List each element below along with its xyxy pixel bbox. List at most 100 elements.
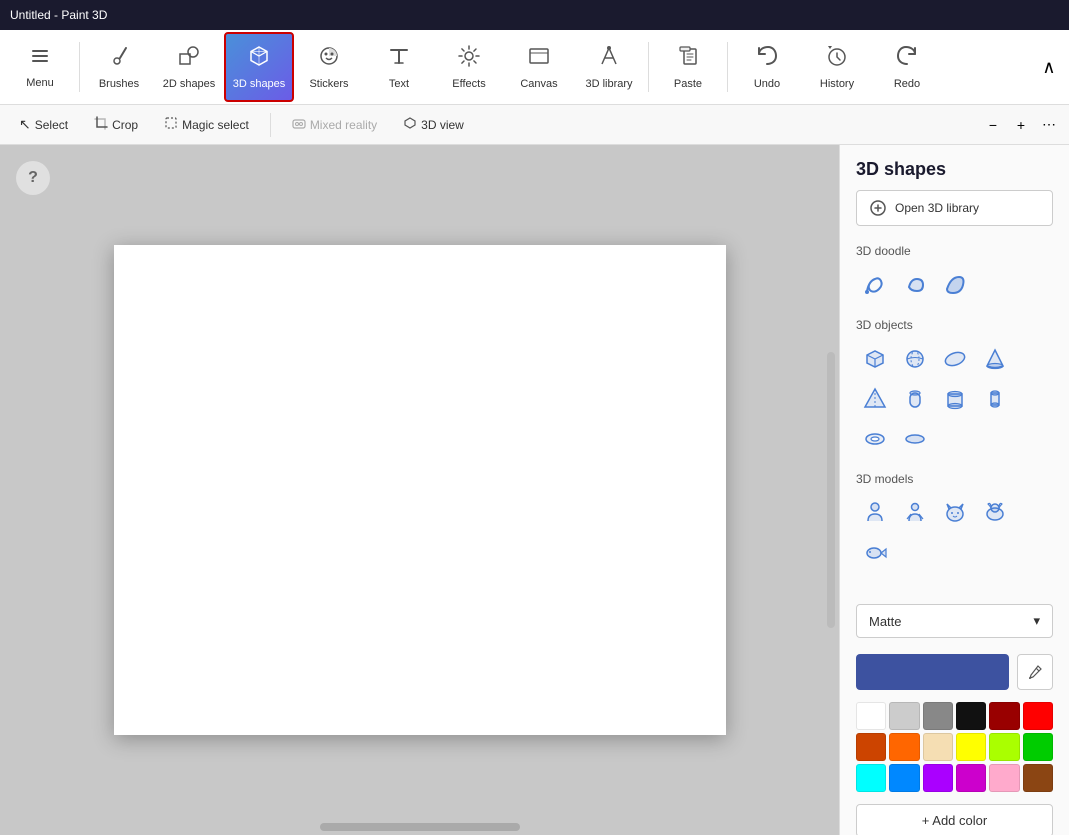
color-cell[interactable] (856, 702, 886, 730)
library-button[interactable]: 3D library (574, 32, 644, 102)
history-icon (825, 44, 849, 74)
drawing-canvas[interactable] (114, 245, 726, 735)
stickers-label: Stickers (309, 78, 348, 90)
doodle-shape-3[interactable] (936, 266, 974, 304)
material-dropdown[interactable]: Matte ▾ (856, 604, 1053, 638)
3d-sphere[interactable] (896, 340, 934, 378)
model-dog[interactable] (976, 494, 1014, 532)
library-icon (597, 44, 621, 74)
divider-1 (79, 42, 80, 92)
color-cell[interactable] (1023, 702, 1053, 730)
menu-label: Menu (26, 77, 54, 89)
canvas-button[interactable]: Canvas (504, 32, 574, 102)
main-toolbar: Menu Brushes 2D shapes (0, 30, 1069, 105)
shapes-2d-button[interactable]: 2D shapes (154, 32, 224, 102)
zoom-out-button[interactable]: − (981, 113, 1005, 137)
text-button[interactable]: Text (364, 32, 434, 102)
color-cell[interactable] (1023, 764, 1053, 792)
color-swatch-area (856, 654, 1053, 690)
color-cell[interactable] (956, 702, 986, 730)
paste-button[interactable]: Paste (653, 32, 723, 102)
model-cat[interactable] (936, 494, 974, 532)
undo-label: Undo (754, 78, 780, 90)
canvas-label: Canvas (520, 78, 557, 90)
magic-select-icon (164, 116, 178, 133)
view-3d-button[interactable]: 3D view (392, 111, 475, 138)
color-cell[interactable] (856, 764, 886, 792)
brushes-icon (107, 44, 131, 74)
color-cell[interactable] (923, 702, 953, 730)
color-cell[interactable] (889, 702, 919, 730)
crop-button[interactable]: Crop (83, 111, 149, 138)
zoom-controls: − + ⋯ (981, 113, 1061, 137)
redo-button[interactable]: Redo (872, 32, 942, 102)
effects-button[interactable]: Effects (434, 32, 504, 102)
material-label: Matte (869, 614, 902, 629)
color-cell[interactable] (923, 733, 953, 761)
doodle-shape-2[interactable] (896, 266, 934, 304)
3d-cube[interactable] (856, 340, 894, 378)
3d-capsule[interactable] (976, 380, 1014, 418)
shapes-3d-icon (247, 44, 271, 74)
redo-icon (895, 44, 919, 74)
panel-title: 3D shapes (840, 145, 1069, 190)
zoom-in-button[interactable]: + (1009, 113, 1033, 137)
dropdown-arrow-icon: ▾ (1033, 613, 1040, 629)
3d-cylinder[interactable] (936, 380, 974, 418)
shapes-3d-button[interactable]: 3D shapes (224, 32, 294, 102)
brushes-label: Brushes (99, 78, 139, 90)
select-button[interactable]: ↖ Select (8, 111, 79, 138)
help-button[interactable]: ? (16, 161, 50, 195)
color-cell[interactable] (956, 733, 986, 761)
color-cell[interactable] (989, 702, 1019, 730)
undo-button[interactable]: Undo (732, 32, 802, 102)
open-library-button[interactable]: Open 3D library (856, 190, 1053, 226)
model-person-2[interactable] (896, 494, 934, 532)
app-title: Untitled - Paint 3D (10, 8, 107, 22)
magic-select-button[interactable]: Magic select (153, 111, 260, 138)
divider-2 (648, 42, 649, 92)
canvas-area: ? (0, 145, 839, 835)
paste-icon (676, 44, 700, 74)
3d-pyramid[interactable] (856, 380, 894, 418)
3d-oval[interactable] (936, 340, 974, 378)
text-icon (387, 44, 411, 74)
more-options-button[interactable]: ⋯ (1037, 113, 1061, 137)
brushes-button[interactable]: Brushes (84, 32, 154, 102)
canvas-horizontal-scrollbar[interactable] (320, 823, 520, 831)
3d-tube[interactable] (896, 380, 934, 418)
add-color-button[interactable]: + Add color (856, 804, 1053, 835)
undo-icon (755, 44, 779, 74)
color-cell[interactable] (889, 733, 919, 761)
shapes-2d-label: 2D shapes (163, 78, 216, 90)
color-cell[interactable] (1023, 733, 1053, 761)
menu-button[interactable]: Menu (5, 32, 75, 102)
model-person-1[interactable] (856, 494, 894, 532)
color-cell[interactable] (989, 733, 1019, 761)
3d-cone[interactable] (976, 340, 1014, 378)
eyedropper-button[interactable] (1017, 654, 1053, 690)
doodle-shape-1[interactable] (856, 266, 894, 304)
color-cell[interactable] (856, 733, 886, 761)
history-button[interactable]: History (802, 32, 872, 102)
3d-disc[interactable] (896, 420, 934, 458)
objects-section-label: 3D objects (840, 312, 1069, 336)
color-cell[interactable] (889, 764, 919, 792)
canvas-icon (527, 44, 551, 74)
select-icon: ↖ (19, 116, 31, 133)
menu-icon (29, 45, 51, 73)
color-preview[interactable] (856, 654, 1009, 690)
collapse-button[interactable]: ∧ (1034, 57, 1064, 78)
view-3d-label: 3D view (421, 118, 464, 132)
color-cell[interactable] (923, 764, 953, 792)
crop-icon (94, 116, 108, 133)
canvas-vertical-scrollbar[interactable] (827, 352, 835, 628)
doodle-section-label: 3D doodle (840, 238, 1069, 262)
stickers-button[interactable]: Stickers (294, 32, 364, 102)
mixed-reality-button[interactable]: Mixed reality (281, 111, 388, 138)
color-cell[interactable] (956, 764, 986, 792)
3d-donut[interactable] (856, 420, 894, 458)
model-fish[interactable] (856, 534, 894, 572)
color-cell[interactable] (989, 764, 1019, 792)
divider-3 (727, 42, 728, 92)
